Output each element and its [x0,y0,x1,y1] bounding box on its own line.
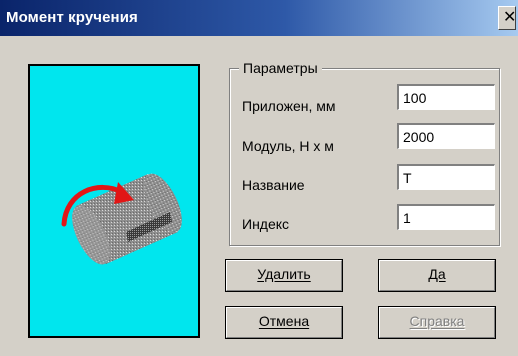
modulus-label: Модуль, Н х м [242,138,334,154]
cancel-button[interactable]: Отмена [225,306,343,339]
shaft-body [72,173,182,265]
applied-at-input[interactable] [397,84,495,110]
close-button[interactable]: ✕ [498,6,516,30]
delete-button-label: Удалить [257,266,311,282]
index-label: Индекс [242,216,290,232]
torque-shaft-icon [61,173,182,265]
help-button[interactable]: Справка [378,306,496,339]
delete-button[interactable]: Удалить [225,259,343,292]
help-button-label: Справка [409,313,465,329]
applied-at-label: Приложен, мм [242,98,336,114]
torque-preview [28,64,200,338]
cancel-button-label: Отмена [258,313,310,329]
ok-button-label: Да [428,266,446,282]
ok-button[interactable]: Да [378,259,496,292]
name-label: Название [242,177,305,193]
parameters-legend: Параметры [239,58,322,78]
index-input[interactable] [397,204,495,230]
close-icon: ✕ [503,9,517,26]
title-bar: Момент кручения ✕ [0,0,518,36]
window-title: Момент кручения [6,9,138,26]
name-input[interactable] [397,164,495,190]
modulus-input[interactable] [397,123,495,149]
